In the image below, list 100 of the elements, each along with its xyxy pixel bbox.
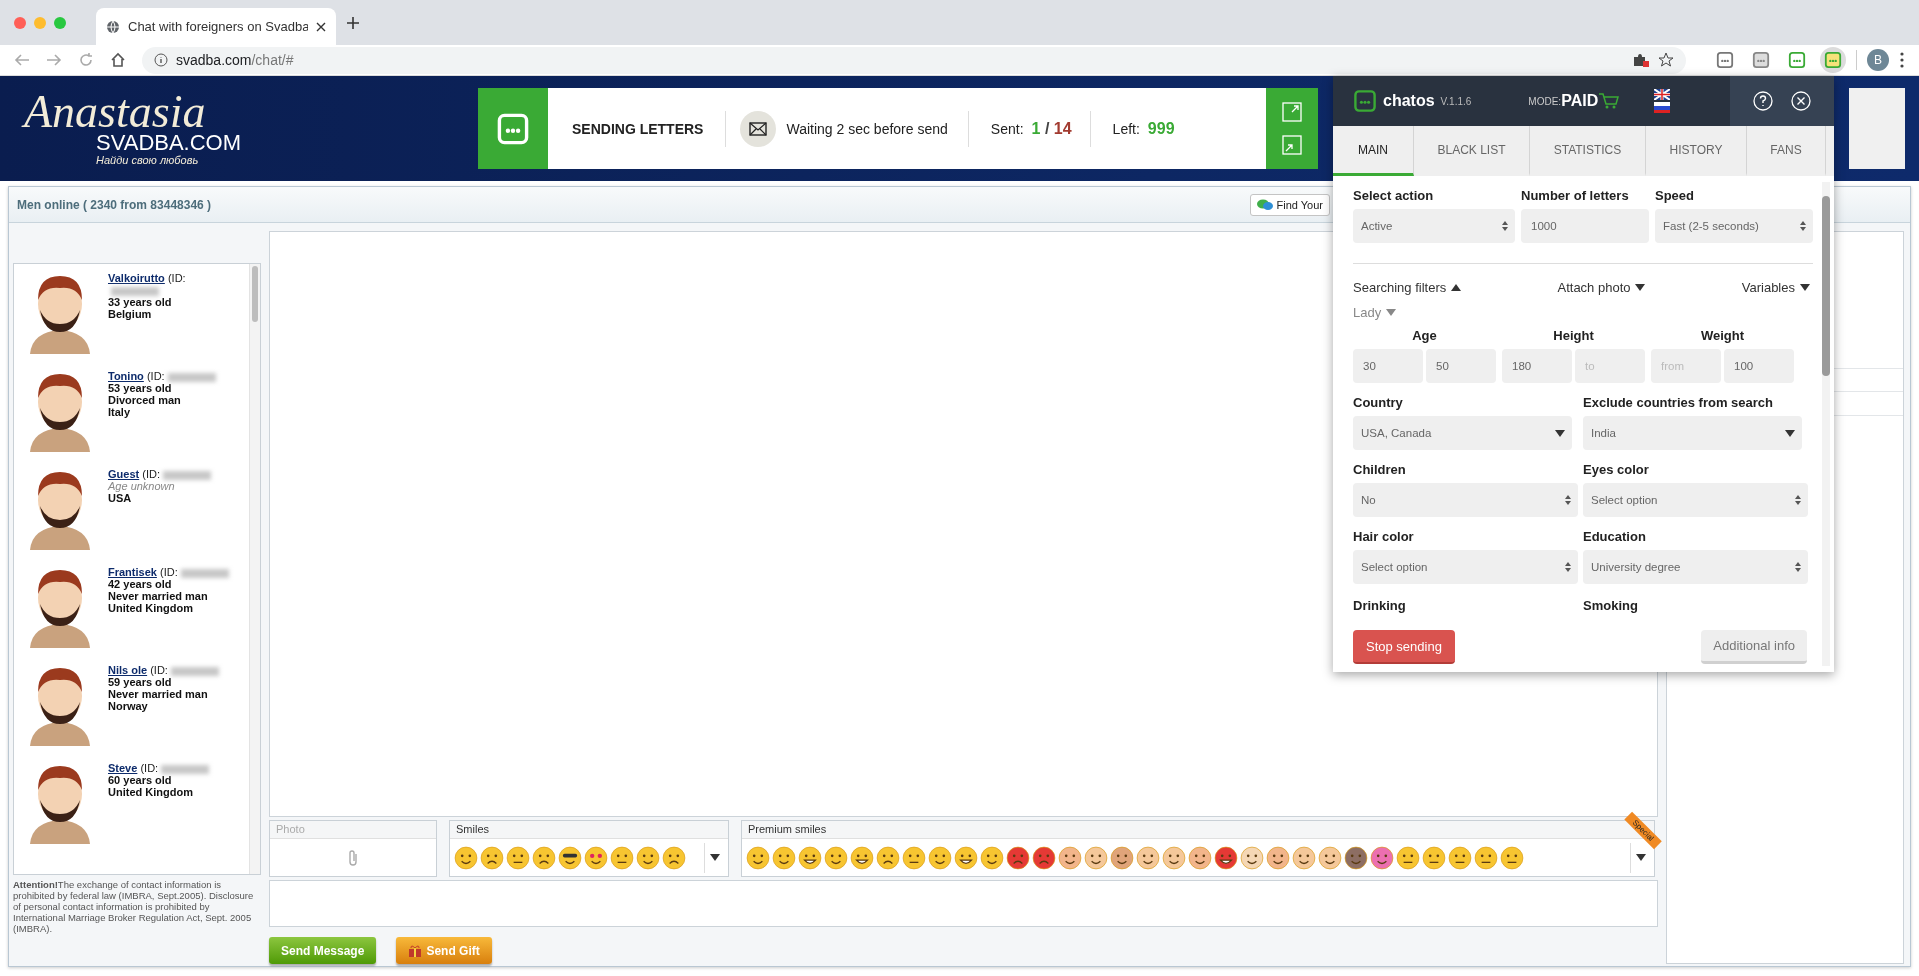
emoji-icon[interactable] <box>980 845 1004 870</box>
input-field[interactable]: 30 <box>1353 349 1423 383</box>
emoji-icon[interactable] <box>1188 845 1212 870</box>
user-name-link[interactable]: Valkoirutto <box>108 272 165 284</box>
input-field[interactable]: 100 <box>1724 349 1794 383</box>
emoji-icon[interactable] <box>772 845 796 870</box>
input-field[interactable]: 50 <box>1426 349 1496 383</box>
select-field[interactable]: Active <box>1353 209 1515 243</box>
user-name-line: Guest (ID: <box>108 468 233 480</box>
select-field[interactable]: Select option <box>1353 550 1578 584</box>
section-toggle[interactable]: Attach photo <box>1557 280 1647 295</box>
british-flag-icon[interactable] <box>1654 89 1671 100</box>
tab[interactable]: HISTORY <box>1646 126 1747 176</box>
tab[interactable]: BLACK LIST <box>1414 126 1530 176</box>
tab[interactable]: MAIN <box>1333 126 1414 176</box>
emoji-icon[interactable] <box>876 845 900 870</box>
extension-icon[interactable] <box>1788 51 1806 69</box>
emoji-icon[interactable] <box>662 845 686 870</box>
emoji-icon[interactable] <box>610 845 634 870</box>
emoji-icon[interactable] <box>798 845 822 870</box>
profile-avatar[interactable]: B <box>1867 49 1889 71</box>
emoji-icon[interactable] <box>480 845 504 870</box>
emoji-icon[interactable] <box>1006 845 1030 870</box>
emoji-icon[interactable] <box>1136 845 1160 870</box>
select-field[interactable]: USA, Canada <box>1353 416 1572 450</box>
scrollbar-thumb[interactable] <box>1822 196 1830 376</box>
field-label: Hair color <box>1353 529 1415 544</box>
sent-label: Sent: <box>990 120 1024 137</box>
select-field[interactable]: Fast (2-5 seconds) <box>1655 209 1813 243</box>
emoji-icon[interactable] <box>1422 845 1446 870</box>
speech-bubbles-icon <box>1256 198 1273 211</box>
user-name-link[interactable]: Frantisek <box>108 566 157 578</box>
extension-icon[interactable] <box>1716 51 1734 69</box>
menu-icon[interactable] <box>1899 51 1905 69</box>
emoji-icon[interactable] <box>1162 845 1186 870</box>
russian-flag-icon[interactable] <box>1654 102 1671 113</box>
blurred-id <box>180 568 229 578</box>
emoji-icon[interactable] <box>1318 845 1342 870</box>
user-name-link[interactable]: Nils ole <box>108 664 148 676</box>
emoji-icon[interactable] <box>746 845 770 870</box>
user-name-link[interactable]: Tonino <box>108 370 144 382</box>
additional-info-button[interactable]: Additional info <box>1701 630 1807 664</box>
section-toggle[interactable]: Variables <box>1741 280 1811 295</box>
emoji-icon[interactable] <box>1474 845 1498 870</box>
select-field[interactable]: University degree <box>1583 550 1808 584</box>
paperclip-icon[interactable] <box>346 848 360 867</box>
puzzle-icon[interactable] <box>1632 52 1650 68</box>
expand-icon[interactable] <box>1282 101 1302 122</box>
emoji-icon[interactable] <box>558 845 582 870</box>
emoji-icon[interactable] <box>1500 845 1524 870</box>
emoji-icon[interactable] <box>1266 845 1290 870</box>
find-button[interactable]: Find Your <box>1249 193 1330 216</box>
send-message-button[interactable]: Send Message <box>269 937 377 964</box>
emoji-icon[interactable] <box>506 845 530 870</box>
emoji-icon[interactable] <box>1396 845 1420 870</box>
input-field[interactable]: 1000 <box>1521 209 1649 243</box>
tab[interactable]: STATISTICS <box>1530 126 1646 176</box>
emoji-icon[interactable] <box>1370 845 1394 870</box>
user-name-link[interactable]: Guest <box>108 468 140 480</box>
emoji-icon[interactable] <box>1240 845 1264 870</box>
version-label: V.1.1.6 <box>1440 95 1472 107</box>
emoji-icon[interactable] <box>1110 845 1134 870</box>
select-field[interactable]: No <box>1353 483 1578 517</box>
close-icon[interactable] <box>316 21 326 32</box>
user-name-link[interactable]: Steve <box>108 762 138 774</box>
emoji-icon[interactable] <box>824 845 848 870</box>
cart-icon[interactable] <box>1598 92 1621 110</box>
help-icon[interactable] <box>1753 91 1773 111</box>
scrollbar-thumb[interactable] <box>252 266 258 322</box>
stop-sending-button[interactable]: Stop sending <box>1353 630 1455 664</box>
select-field[interactable]: Select option <box>1583 483 1808 517</box>
emoji-icon[interactable] <box>1214 845 1238 870</box>
caret-icon <box>1634 853 1647 862</box>
emoji-icon[interactable] <box>902 845 926 870</box>
emoji-icon[interactable] <box>928 845 952 870</box>
emoji-icon[interactable] <box>850 845 874 870</box>
emoji-icon[interactable] <box>1058 845 1082 870</box>
select-field[interactable]: India <box>1583 416 1802 450</box>
emoji-icon[interactable] <box>636 845 660 870</box>
mode-value: PAID <box>1561 92 1599 110</box>
input-field[interactable]: 180 <box>1502 349 1572 383</box>
address-field[interactable]: svadba.com/chat/# <box>142 46 1686 74</box>
emoji-icon[interactable] <box>1448 845 1472 870</box>
emoji-icon[interactable] <box>1032 845 1056 870</box>
emoji-icon[interactable] <box>1344 845 1368 870</box>
section-toggle[interactable]: Searching filters <box>1353 280 1463 295</box>
emoji-icon[interactable] <box>454 845 478 870</box>
sort-arrows-icon <box>1564 494 1572 506</box>
emoji-icon[interactable] <box>954 845 978 870</box>
emoji-icon[interactable] <box>532 845 556 870</box>
star-icon[interactable] <box>1658 52 1674 68</box>
section-toggle[interactable]: Lady <box>1353 305 1398 320</box>
extension-icon[interactable] <box>1752 51 1770 69</box>
blurred-id <box>111 286 159 296</box>
tab[interactable]: FANS <box>1747 126 1826 176</box>
emoji-icon[interactable] <box>1084 845 1108 870</box>
emoji-icon[interactable] <box>1292 845 1316 870</box>
home-icon[interactable] <box>110 52 126 68</box>
plus-icon[interactable] <box>346 15 360 30</box>
message-input[interactable] <box>269 880 1658 927</box>
